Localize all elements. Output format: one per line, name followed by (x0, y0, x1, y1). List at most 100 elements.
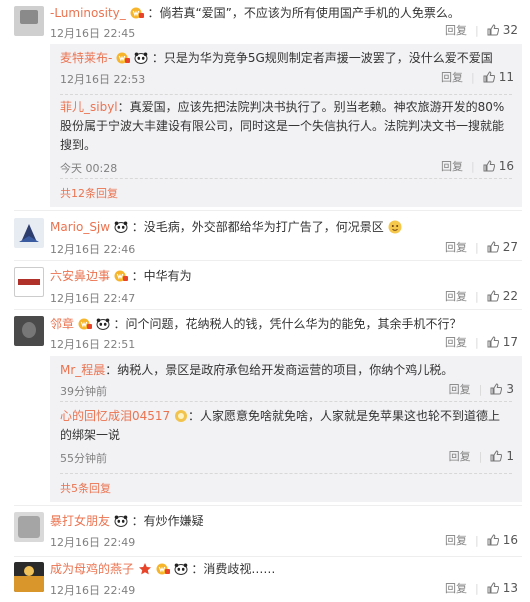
divider (14, 309, 522, 310)
divider (60, 178, 512, 179)
avatar[interactable] (14, 267, 44, 297)
divider: | (475, 335, 479, 349)
reply-item: 麦特莱布- ：只是为华为竞争5G规则制定者声援一波罢了，没什么爱不爱国 12月1… (60, 50, 522, 92)
comment-text: ：中华有为 (131, 269, 192, 283)
panda-badge-icon (114, 515, 128, 527)
reply-button[interactable]: 回复 (449, 381, 471, 397)
avatar[interactable] (14, 512, 44, 542)
thumbs-up-icon[interactable] (487, 336, 499, 348)
avatar[interactable] (14, 6, 44, 36)
reply-button[interactable]: 回复 (441, 158, 463, 174)
divider (14, 556, 522, 557)
comment-text: ：消费歧视…… (191, 562, 276, 576)
divider (14, 260, 522, 261)
username[interactable]: 暴打女朋友 (50, 514, 110, 528)
timestamp: 12月16日 22:49 (50, 584, 136, 597)
timestamp: 12月16日 22:53 (60, 73, 146, 86)
reply-text-line: ：人家愿意免啥就免啥，人家就是免苹果这也轮不到道德上 (188, 409, 501, 423)
thumbs-up-icon[interactable] (487, 241, 499, 253)
avatar[interactable] (14, 562, 44, 592)
vip-badge-icon (130, 7, 144, 19)
comment: 邻章 ：问个问题，花纳税人的钱，凭什么华为的能免，其余手机不行？ 12月16日 … (0, 312, 530, 507)
thumbs-up-icon[interactable] (483, 71, 495, 83)
panda-badge-icon (174, 563, 188, 575)
reply-button[interactable]: 回复 (441, 69, 463, 85)
panda-badge-icon (114, 221, 128, 233)
divider (14, 505, 522, 506)
more-replies-link[interactable]: 共5条回复 (60, 480, 111, 496)
reply-button[interactable]: 回复 (445, 22, 467, 38)
reply-thread: 麦特莱布- ：只是为华为竞争5G规则制定者声援一波罢了，没什么爱不爱国 12月1… (50, 44, 522, 207)
divider: | (475, 533, 479, 547)
avatar[interactable] (14, 316, 44, 346)
reply-button[interactable]: 回复 (445, 334, 467, 350)
username[interactable]: -Luminosity_ (50, 6, 126, 20)
divider: | (478, 382, 483, 396)
reply-item: Mr_程晨：纳税人，景区是政府承包给开发商运营的项目，你纳个鸡儿税。 39分钟前… (60, 362, 522, 402)
divider (60, 401, 512, 402)
divider: | (475, 23, 479, 37)
like-count: 3 (506, 382, 514, 396)
emoji-icon (388, 220, 402, 234)
thumbs-up-icon[interactable] (483, 160, 495, 172)
divider (60, 473, 512, 474)
comment: Mario_Sjw ：没毛病，外交部都给华为打广告了，何况景区 12月16日 2… (0, 213, 530, 257)
vip-badge-icon (78, 318, 92, 330)
like-count: 16 (502, 533, 518, 547)
reply-button[interactable]: 回复 (445, 239, 467, 255)
like-count: 13 (502, 581, 518, 595)
username[interactable]: Mario_Sjw (50, 220, 110, 234)
reply-text-line: 的绑架一说 (60, 428, 121, 442)
timestamp: 今天 00:28 (60, 162, 118, 175)
thumbs-up-icon[interactable] (487, 290, 499, 302)
timestamp: 12月16日 22:51 (50, 338, 136, 351)
reply-thread: Mr_程晨：纳税人，景区是政府承包给开发商运营的项目，你纳个鸡儿税。 39分钟前… (50, 356, 522, 502)
panda-badge-icon (134, 52, 148, 64)
reply-button[interactable]: 回复 (445, 532, 467, 548)
reply-button[interactable]: 回复 (445, 580, 467, 596)
comment: 暴打女朋友 ：有炒作嫌疑 12月16日 22:49 回复 | 16 (0, 508, 530, 554)
thumbs-up-icon[interactable] (487, 534, 499, 546)
divider (60, 94, 512, 95)
reply-button[interactable]: 回复 (445, 288, 467, 304)
username[interactable]: 心的回忆成泪04517 (60, 409, 170, 423)
reply-text: ：纳税人，景区是政府承包给开发商运营的项目，你纳个鸡儿税。 (105, 363, 454, 377)
username[interactable]: 成为母鸡的燕子 (50, 562, 134, 576)
username[interactable]: 麦特莱布- (60, 51, 112, 65)
username[interactable]: 六安鼻边事 (50, 269, 110, 283)
comment-text: ：没毛病，外交部都给华为打广告了，何况景区 (131, 220, 384, 234)
thumbs-up-icon[interactable] (487, 24, 499, 36)
comment-text: ：倘若真“爱国”，不应该为所有使用国产手机的人免票么。 (147, 6, 460, 20)
username[interactable]: Mr_程晨 (60, 363, 105, 377)
username[interactable]: 邻章 (50, 317, 74, 331)
thumbs-up-icon[interactable] (490, 383, 502, 395)
like-count: 32 (502, 23, 518, 37)
reply-text-line: ：真爱国，应该先把法院判决书执行了。别当老赖。神农旅游开发的80% (117, 100, 505, 114)
reply-text-line: 股份属于宁波大丰建设有限公司，同时这是一个失信执行人。法院判决文书一搜就能 (60, 119, 505, 133)
comment-text: ：问个问题，花纳税人的钱，凭什么华为的能免，其余手机不行？ (113, 317, 462, 331)
gold-badge-icon (175, 410, 188, 422)
divider: | (475, 581, 479, 595)
thumbs-up-icon[interactable] (490, 450, 502, 462)
like-count: 11 (498, 70, 514, 84)
divider: | (475, 289, 479, 303)
divider: | (478, 449, 483, 463)
reply-item: 心的回忆成泪04517 ：人家愿意免啥就免啥，人家就是免苹果这也轮不到道德上 的… (60, 407, 522, 467)
thumbs-up-icon[interactable] (487, 582, 499, 594)
divider: | (471, 159, 475, 173)
reply-item: 菲儿_sibyl：真爱国，应该先把法院判决书执行了。别当老赖。神农旅游开发的80… (60, 98, 522, 175)
username[interactable]: 菲儿_sibyl (60, 100, 118, 114)
panda-badge-icon (96, 318, 110, 330)
timestamp: 12月16日 22:47 (50, 292, 136, 305)
divider (14, 210, 522, 211)
reply-button[interactable]: 回复 (449, 448, 471, 464)
vip-badge-icon (156, 563, 170, 575)
more-replies-link[interactable]: 共12条回复 (60, 185, 118, 201)
comment-text: ：有炒作嫌疑 (131, 514, 204, 528)
timestamp: 39分钟前 (60, 385, 107, 398)
like-count: 16 (498, 159, 514, 173)
avatar[interactable] (14, 218, 44, 248)
timestamp: 12月16日 22:45 (50, 27, 136, 40)
vip-badge-icon (114, 270, 128, 282)
like-count: 17 (502, 335, 518, 349)
